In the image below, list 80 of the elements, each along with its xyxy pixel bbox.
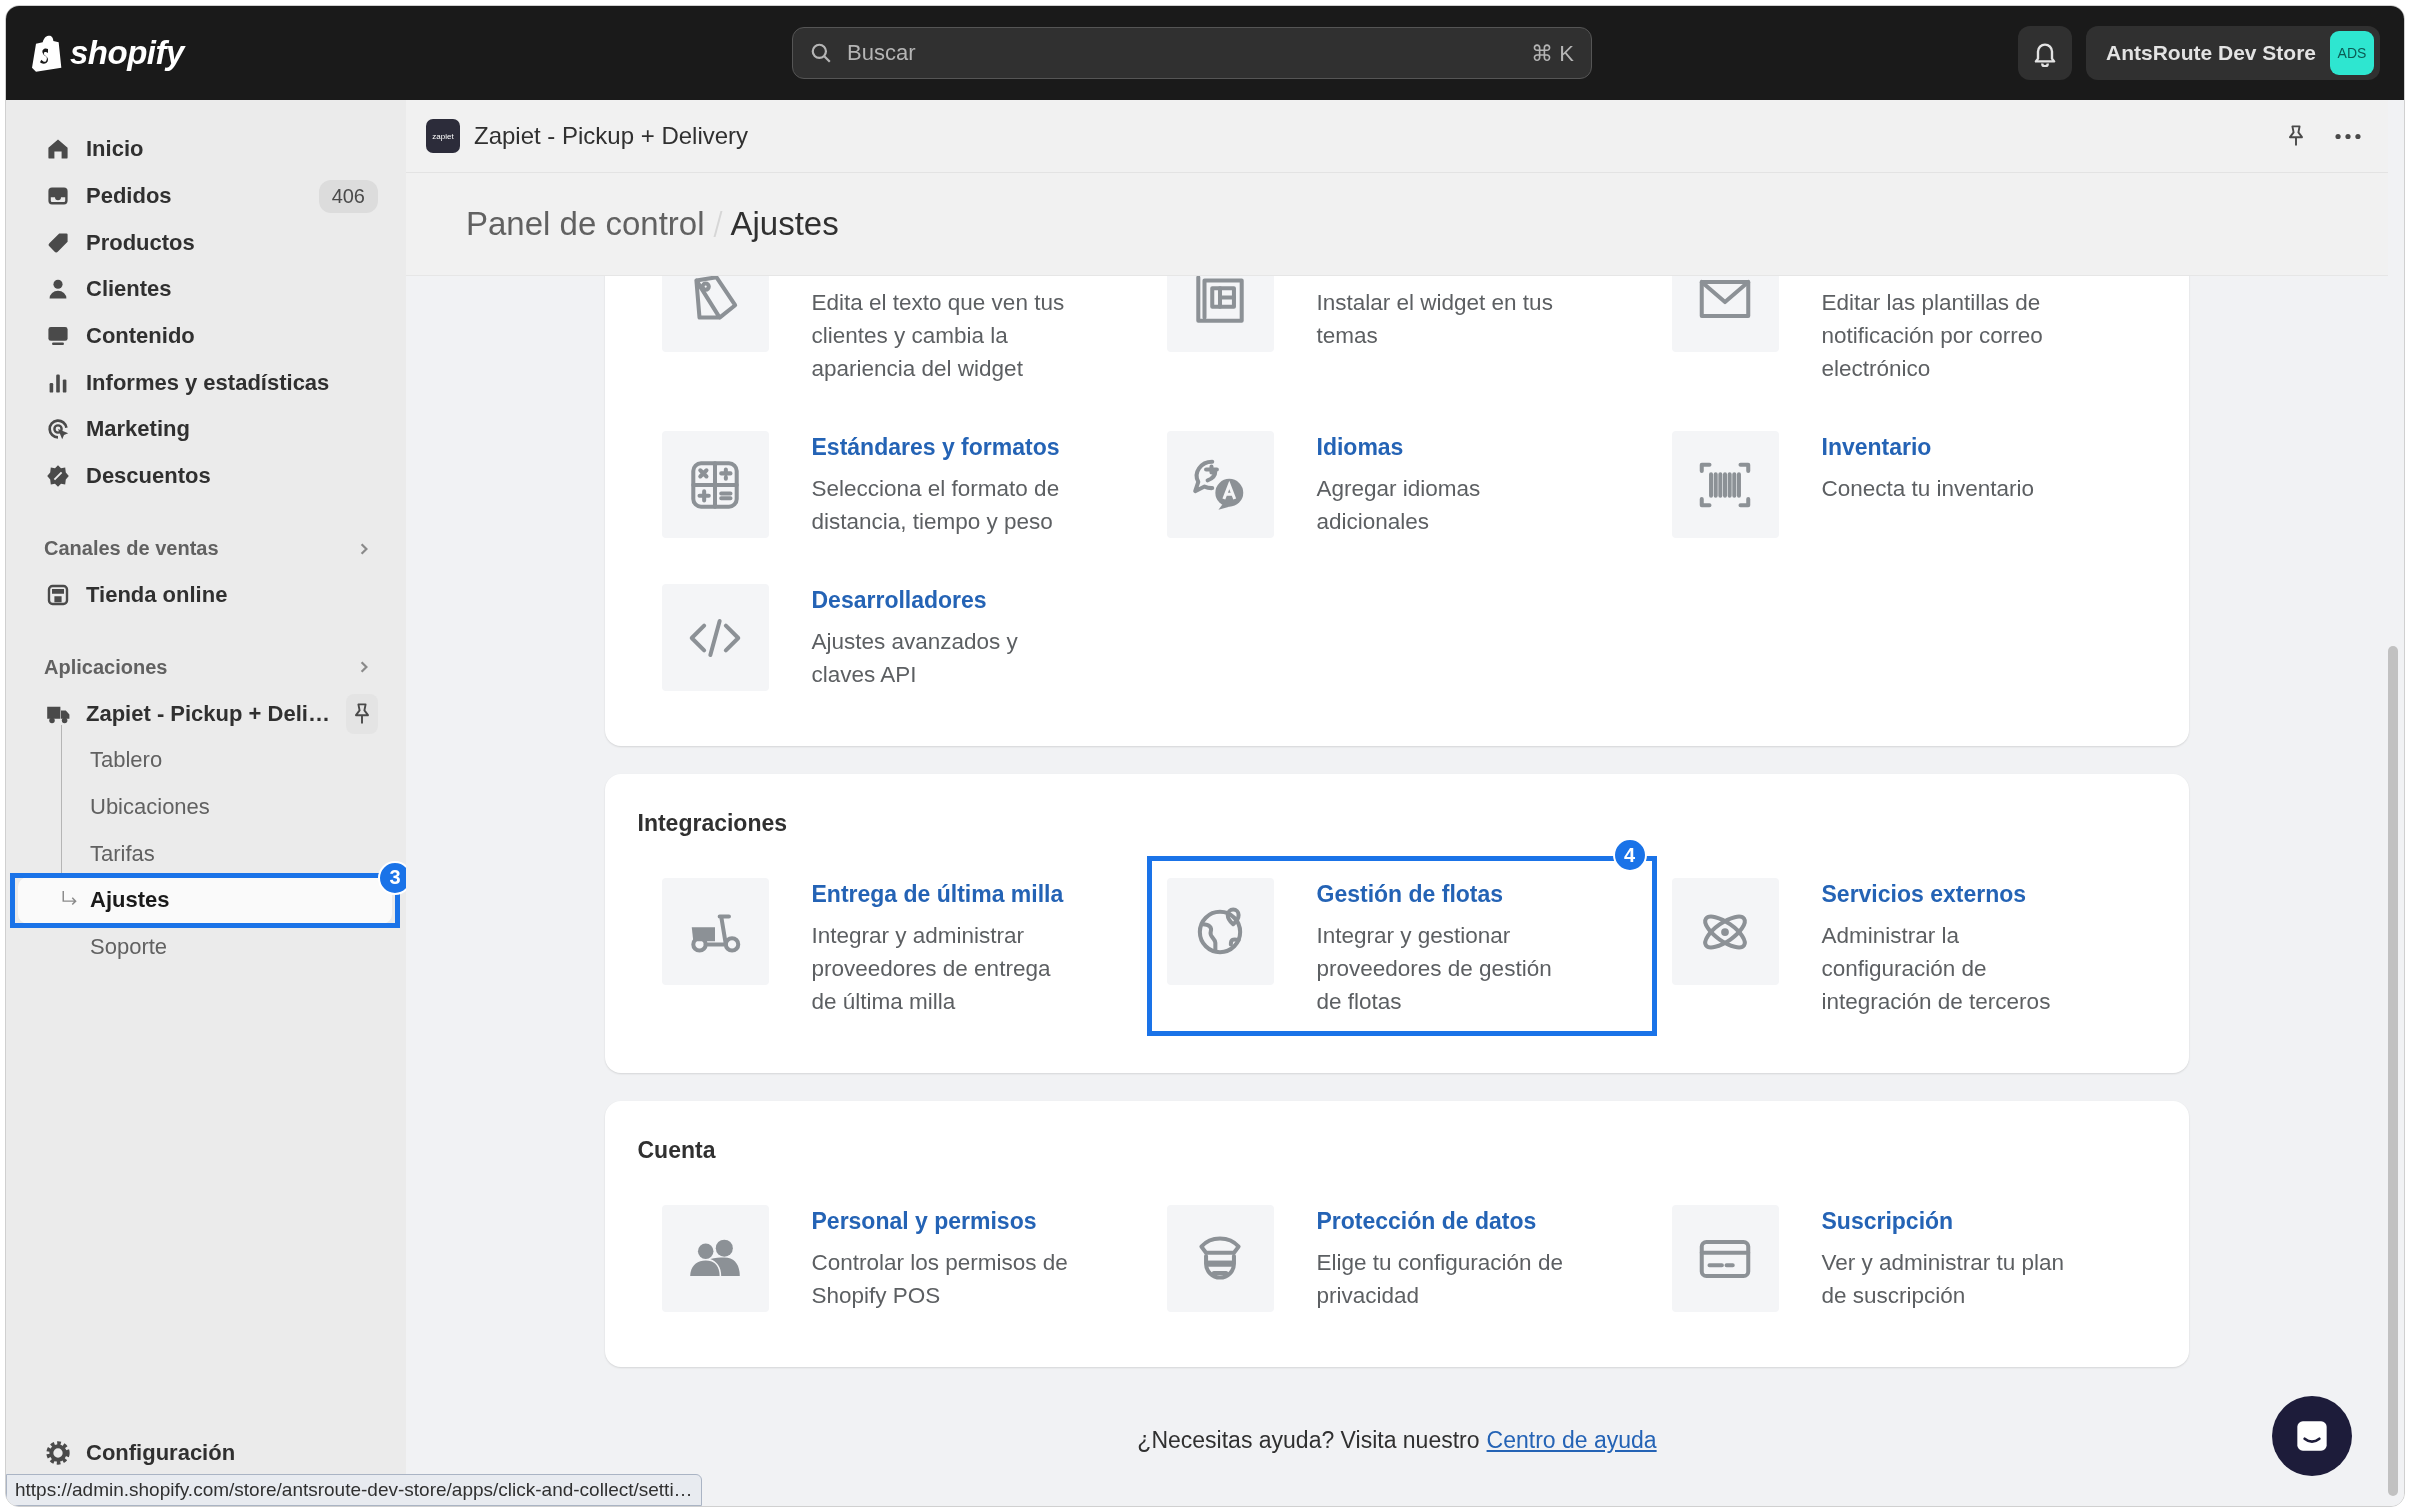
setting-link[interactable]: Desarrolladores <box>811 584 1074 617</box>
store-menu-button[interactable]: AntsRoute Dev Store ADS <box>2085 26 2380 80</box>
settings-icon <box>46 1440 70 1465</box>
section-header[interactable]: Canales de ventas <box>18 525 392 572</box>
card-heading: Cuenta <box>637 1136 717 1165</box>
keyboard-shortcut: ⌘ K <box>1531 41 1574 67</box>
setting-link[interactable]: Suscripción <box>1821 1205 2084 1238</box>
icon-tile[interactable] <box>1671 1205 1779 1312</box>
more-icon <box>2335 132 2361 140</box>
icon-tile[interactable] <box>1671 431 1779 538</box>
setting-link[interactable]: Entrega de última milla <box>811 878 1074 911</box>
search-icon <box>810 42 832 64</box>
setting-link[interactable]: Personal y permisos <box>811 1205 1074 1238</box>
help-text: ¿Necesitas ayuda? Visita nuestro <box>1137 1427 1480 1454</box>
setting-description: Controlar los permisos de Shopify POS <box>811 1249 1069 1310</box>
nav-item[interactable]: Clientes <box>18 266 392 313</box>
target-cursor-icon <box>46 417 70 442</box>
nav-item[interactable]: Tablero <box>18 736 392 784</box>
icon-tile[interactable] <box>661 431 769 538</box>
setting-description: Integrar y administrar proveedores de entrega de última milla <box>811 922 1052 1016</box>
storefront-icon <box>46 582 70 607</box>
app-logo: zapiet <box>426 119 460 153</box>
nav-item[interactable]: Descuentos <box>18 452 392 500</box>
page-title: Ajustes <box>730 205 839 243</box>
setting-description: Administrar la configuración de integración de terceros <box>1821 922 2052 1016</box>
setting-description: Conecta tu inventario <box>1821 475 2036 503</box>
count-badge: 406 <box>318 179 378 213</box>
nav-item[interactable]: Pedidos 406 <box>18 172 392 220</box>
setting-link[interactable]: Idiomas <box>1316 431 1579 464</box>
icon-tile[interactable] <box>1166 431 1274 538</box>
setting-description: Agregar idiomas adicionales <box>1316 475 1482 536</box>
help-center-link[interactable]: Centro de ayuda <box>1486 1427 1657 1454</box>
icon-tile[interactable] <box>1671 878 1779 985</box>
setting-description: Selecciona el formato de distancia, tiempo y peso <box>811 475 1061 536</box>
setting-description: Ver y administrar tu plan de suscripción <box>1821 1249 2066 1310</box>
setting-link[interactable]: Estándares y formatos <box>811 431 1074 464</box>
setting-link[interactable]: Servicios externos <box>1821 878 2084 911</box>
store-name: AntsRoute Dev Store <box>2105 41 2316 65</box>
breadcrumb-link[interactable]: Panel de control <box>466 205 705 243</box>
nav-item[interactable]: Productos <box>18 219 392 267</box>
setting-description: Elige tu configuración de privacidad <box>1316 1249 1564 1310</box>
icon-tile[interactable] <box>661 584 769 691</box>
discount-icon <box>46 464 70 489</box>
nav-item[interactable]: Inicio <box>18 126 392 173</box>
scrollbar-thumb[interactable] <box>2388 646 2398 1496</box>
tag-icon <box>46 230 70 255</box>
setting-description: Instalar el widget en tus temas <box>1316 289 1554 350</box>
nav-item[interactable]: Tienda online <box>18 571 392 619</box>
card-heading: Integraciones <box>637 809 789 838</box>
setting-link[interactable]: Inventario <box>1821 431 2084 464</box>
icon-tile[interactable] <box>661 1205 769 1312</box>
step-badge: 4 <box>1612 838 1647 872</box>
setting-link[interactable]: Protección de datos <box>1316 1205 1579 1238</box>
link-url-tooltip: https://admin.shopify.com/store/antsroute-dev-store/apps/click-and-collect/setti… <box>6 1474 702 1506</box>
store-avatar: ADS <box>2330 31 2374 75</box>
setting-description: Edita el texto que ven tus clientes y cambia la apariencia del widget <box>811 289 1066 383</box>
icon-tile[interactable] <box>661 275 769 352</box>
icon-tile[interactable] <box>661 878 769 985</box>
shopify-logo-text: shopify <box>70 34 184 72</box>
icon-tile[interactable] <box>1166 275 1274 352</box>
setting-description: Ajustes avanzados y claves API <box>811 628 1019 689</box>
shopping-bag-icon <box>32 34 64 72</box>
section-header[interactable]: Aplicaciones <box>18 644 392 691</box>
setting-description: Editar las plantillas de notificación por correo electrónico <box>1821 289 2044 383</box>
nav-item[interactable]: Marketing <box>18 406 392 453</box>
nav-item[interactable]: Zapiet - Pickup + Deli… <box>18 690 392 737</box>
setting-link[interactable]: Gestión de flotas <box>1316 878 1579 911</box>
nav-item[interactable]: Ubicaciones <box>18 783 392 831</box>
pin-button[interactable] <box>345 693 378 734</box>
setting-description: Integrar y gestionar proveedores de gestión de flotas <box>1316 922 1553 1016</box>
nav-item[interactable]: Informes y estadísticas <box>18 359 392 407</box>
home-icon <box>46 137 70 162</box>
icon-tile[interactable] <box>1671 275 1779 352</box>
icon-tile[interactable] <box>1166 878 1274 985</box>
icon-tile[interactable] <box>1166 1205 1274 1312</box>
nav-item[interactable]: Soporte <box>18 923 392 971</box>
nav-item[interactable]: Contenido <box>18 312 392 360</box>
app-title: Zapiet - Pickup + Delivery <box>474 122 749 150</box>
nav-item[interactable]: Configuración <box>18 1429 392 1476</box>
notifications-button[interactable] <box>2017 26 2072 80</box>
